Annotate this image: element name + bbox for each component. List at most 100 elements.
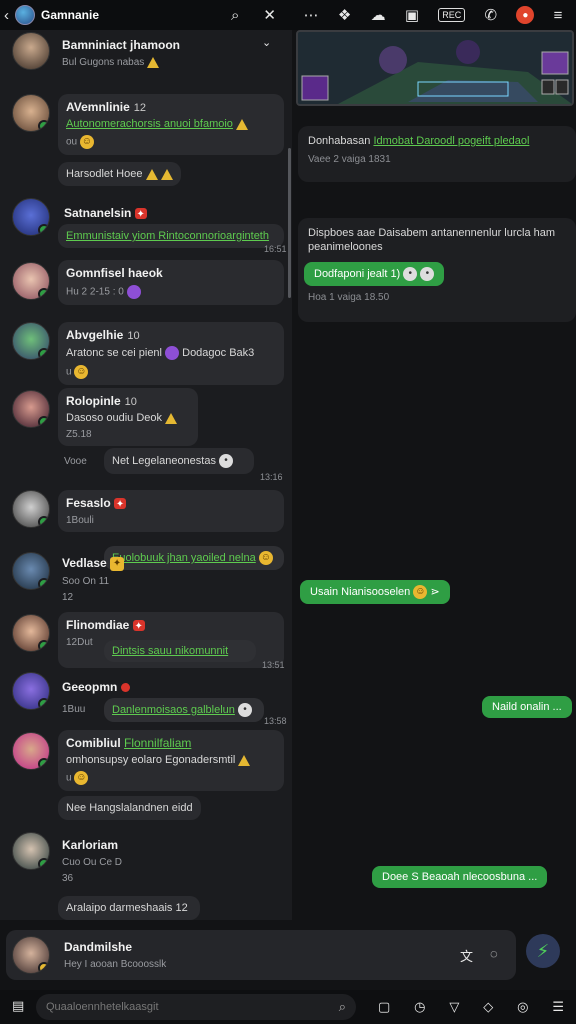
message-bubble[interactable]: Rolopinle 10 Dasoso oudiu Deok Z5.18 — [58, 388, 198, 446]
avatar[interactable] — [12, 32, 50, 70]
message-bubble[interactable]: Comibliul Flonnilfaliam omhonsupsy eolar… — [58, 730, 284, 791]
search-icon[interactable]: ⌕ — [231, 7, 239, 24]
message-text: Harsodlet Hoee — [66, 168, 173, 180]
message-input[interactable]: Dandmilshe Hey I aooan Bcooosslk 文 ◌ — [6, 930, 516, 980]
avatar[interactable] — [12, 552, 50, 590]
emoji-icon: ☺ — [79, 135, 94, 149]
emoji-icon: ☺ — [74, 771, 89, 785]
online-badge — [38, 348, 49, 359]
history-icon[interactable]: ◷ — [414, 999, 425, 1015]
message-text: Dasoso oudiu Deok — [66, 412, 190, 424]
sender-name: Rolopinle 10 — [66, 394, 137, 408]
message-meta: Hu 2 2-15 : 0 — [66, 285, 276, 299]
message-time: 13:58 — [264, 716, 287, 726]
back-icon[interactable]: ‹ — [4, 7, 9, 24]
avatar[interactable] — [12, 936, 50, 974]
close-icon[interactable]: ✕ — [263, 6, 276, 24]
search-input[interactable]: Quaaloennhetelkaasgit ⌕ — [36, 994, 356, 1020]
search-icon[interactable]: ⌕ — [339, 999, 346, 1015]
message-meta: u ☺ — [66, 365, 89, 379]
chat-list[interactable]: Bamniniact jhamoon Bul Gugons nabas ⌄ AV… — [0, 30, 292, 920]
message-card[interactable]: Dispboes aae Daisabem antanennenlur lurc… — [298, 218, 576, 322]
outgoing-message[interactable]: Usain Nianisooselen ☺ ⋗ — [300, 580, 450, 605]
message-time: 13:16 — [260, 472, 283, 482]
notification-icon[interactable]: ● — [516, 6, 535, 24]
message-bubble[interactable]: Danlenmoisaos galblelun • — [104, 698, 264, 722]
window-icon[interactable]: ▢ — [378, 999, 390, 1015]
message-time: 16:51 — [264, 244, 287, 254]
app-avatar[interactable] — [15, 5, 35, 25]
message-text: Autonomerachorsis anuoi bfamoio — [66, 118, 276, 130]
emoji-icon: ☺ — [258, 551, 273, 565]
sender-name: Gomnfisel haeok — [66, 266, 163, 280]
chat-icon[interactable]: ◎ — [517, 999, 528, 1015]
message-meta: 12 — [62, 591, 74, 603]
avatar[interactable] — [12, 614, 50, 652]
record-icon[interactable]: REC — [438, 8, 466, 22]
sender-name: Geeopmn — [62, 680, 130, 694]
top-bar: ‹ Gamnanie ⌕ ✕ ⋯ ❖ ☁ ▣ REC ✆ ● ≡ — [0, 0, 576, 30]
message-meta: 1Bouli — [66, 515, 94, 526]
avatar[interactable] — [12, 198, 50, 236]
reply-pill[interactable]: Dodfaponi jealt 1) • • — [304, 262, 445, 286]
emoji-picker-icon[interactable]: ◌ — [490, 946, 498, 961]
conversation-pane[interactable]: Donhabasan Idmobat Daroodl pogeift pleda… — [292, 30, 576, 920]
message-meta: Vaee 2 vaiga 1831 — [308, 154, 391, 165]
avatar[interactable] — [12, 390, 50, 428]
message-bubble[interactable]: Fesaslo ✦ 1Bouli — [58, 490, 284, 532]
emoji-icon — [126, 285, 141, 299]
avatar[interactable] — [12, 832, 50, 870]
message-bubble[interactable]: Emmunistaiv yiom Rintoconnorioarginteth — [58, 224, 284, 248]
avatar[interactable] — [12, 94, 50, 132]
sender-name: Comibliul Flonnilfaliam — [66, 736, 192, 750]
composer-name: Dandmilshe — [64, 940, 133, 954]
sender-name: Bamniniact jhamoon — [62, 38, 181, 52]
share-icon[interactable]: ❖ — [338, 6, 351, 24]
bookmark-icon[interactable]: ▽ — [449, 999, 459, 1015]
message-meta: Hoa 1 vaiga 18.50 — [308, 292, 390, 303]
message-bubble[interactable]: Abvgelhie 10 Aratonc se cei pienl Dodagoc… — [58, 322, 284, 385]
composer-text: Hey I aooan Bcooosslk — [64, 959, 167, 970]
online-badge — [38, 962, 49, 973]
message-bubble[interactable]: AVemnlinie 12 Autonomerachorsis anuoi bfa… — [58, 94, 284, 155]
chevron-down-icon[interactable]: ⌄ — [262, 36, 271, 49]
message-bubble[interactable]: Euolobuuk jhan yaoiled nelna ☺ — [104, 546, 284, 570]
warning-icon — [147, 57, 160, 68]
warning-icon — [165, 412, 178, 424]
scrollbar[interactable] — [288, 148, 291, 298]
game-screenshot[interactable] — [296, 30, 574, 106]
avatar[interactable] — [12, 262, 50, 300]
avatar[interactable] — [12, 322, 50, 360]
cloud-icon[interactable]: ☁ — [371, 6, 386, 24]
settings-icon[interactable]: ☰ — [552, 999, 564, 1015]
message-text: Aratonc se cei pienl Dodagoc Bak3 — [66, 346, 255, 360]
camera-icon[interactable]: ▣ — [405, 6, 419, 24]
menu-icon[interactable]: ≡ — [554, 7, 563, 24]
avatar[interactable] — [12, 672, 50, 710]
outgoing-message[interactable]: Doee S Beaoah nlecoosbuna ... — [372, 866, 548, 888]
online-badge — [38, 640, 49, 651]
send-button[interactable]: ⚡ — [526, 934, 560, 968]
message-text: Net Legelaneonestas • — [112, 454, 246, 468]
tag-icon[interactable]: ◇ — [483, 999, 493, 1015]
message-bubble[interactable]: Net Legelaneonestas • — [104, 448, 254, 474]
message-card[interactable]: Donhabasan Idmobat Daroodl pogeift pleda… — [298, 126, 576, 182]
avatar[interactable] — [12, 490, 50, 528]
message-text: Aralaipo darmeshaais 12 — [66, 902, 188, 914]
search-placeholder: Quaaloennhetelkaasgit — [46, 1001, 159, 1013]
avatar[interactable] — [12, 732, 50, 770]
more-icon[interactable]: ⋯ — [304, 6, 319, 24]
notes-icon[interactable]: ▤ — [12, 998, 24, 1014]
message-meta: Cuo Ou Ce D — [62, 857, 123, 868]
message-bubble[interactable]: Harsodlet Hoee — [58, 162, 181, 186]
message-bubble[interactable]: Dintsis sauu nikomunnit — [104, 640, 256, 662]
sender-name: Vedlase ✦ — [62, 556, 125, 571]
phone-icon[interactable]: ✆ — [485, 6, 498, 24]
message-bubble[interactable]: Nee Hangslalandnen eidd — [58, 796, 201, 820]
translate-icon[interactable]: 文 — [460, 946, 473, 965]
outgoing-message[interactable]: Naild onalin ... — [482, 696, 572, 718]
message-bubble[interactable]: Gomnfisel haeok Hu 2 2-15 : 0 — [58, 260, 284, 305]
message-bubble[interactable]: Aralaipo darmeshaais 12 — [58, 896, 200, 920]
online-badge — [38, 516, 49, 527]
window-title: Gamnanie — [41, 8, 100, 22]
